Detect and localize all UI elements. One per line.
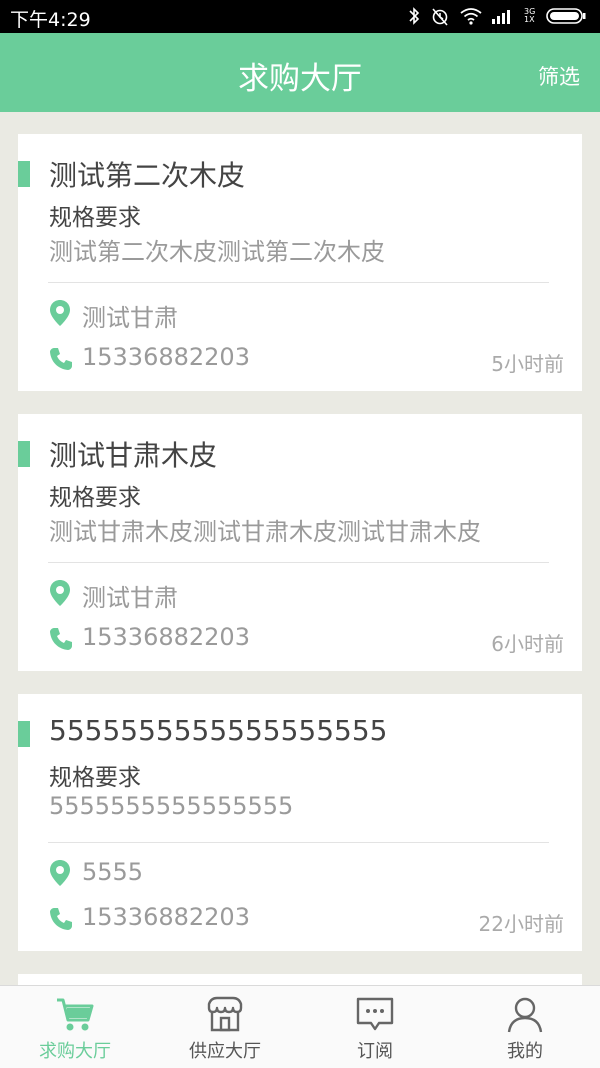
message-icon (356, 997, 394, 1031)
spec-text: 测试第二次木皮测试第二次木皮 (49, 238, 385, 266)
tab-label: 供应大厅 (189, 1041, 261, 1062)
tab-subscription[interactable]: 订阅 (300, 986, 450, 1068)
tab-supply-hall[interactable]: 供应大厅 (150, 986, 300, 1068)
listing-title: 测试甘肃木皮 (49, 439, 218, 472)
phone-icon (50, 628, 72, 650)
title-accent-bar (18, 161, 30, 187)
post-time: 22小时前 (478, 912, 564, 936)
listing-title: 测试第二次木皮 (49, 159, 246, 192)
person-icon (507, 997, 543, 1033)
cart-icon (57, 998, 94, 1031)
spec-label: 规格要求 (49, 765, 141, 791)
network-type-label: 3G 1X (524, 7, 536, 24)
listing-card[interactable]: 测试甘肃木皮 规格要求 测试甘肃木皮测试甘肃木皮测试甘肃木皮 测试甘肃 1533… (18, 414, 582, 671)
bottom-tab-bar: 求购大厅 供应大厅 订阅 我的 (0, 985, 600, 1068)
card-divider (48, 562, 549, 563)
location-pin-icon (50, 580, 70, 606)
spec-text: 测试甘肃木皮测试甘肃木皮测试甘肃木皮 (49, 518, 481, 546)
post-time: 5小时前 (491, 352, 564, 376)
wifi-icon (460, 8, 482, 25)
title-accent-bar (18, 441, 30, 467)
app-header: 求购大厅 筛选 (0, 33, 600, 112)
spec-text: 5555555555555555 (49, 792, 294, 820)
tab-purchase-hall[interactable]: 求购大厅 (0, 986, 150, 1068)
store-icon (207, 996, 243, 1032)
listing-card[interactable]: 测试第二次木皮 规格要求 测试第二次木皮测试第二次木皮 测试甘肃 1533688… (18, 134, 582, 391)
phone-number[interactable]: 15336882203 (82, 343, 250, 371)
location-text: 测试甘肃 (82, 584, 178, 612)
title-accent-bar (18, 721, 30, 747)
spec-label: 规格要求 (49, 485, 141, 511)
listing-title: 5555555555555555555 (49, 714, 388, 747)
signal-icon (492, 10, 510, 24)
listing-card[interactable]: 5555555555555555555 规格要求 555555555555555… (18, 694, 582, 951)
listing-list: 测试第二次木皮 规格要求 测试第二次木皮测试第二次木皮 测试甘肃 1533688… (18, 134, 582, 994)
location-pin-icon (50, 300, 70, 326)
alarm-off-icon (432, 8, 448, 26)
location-text: 5555 (82, 858, 144, 886)
status-bar: 下午4:29 3G 1X (0, 0, 600, 33)
battery-icon (546, 8, 586, 24)
phone-icon (50, 348, 72, 370)
tab-label: 订阅 (357, 1041, 393, 1062)
phone-number[interactable]: 15336882203 (82, 903, 250, 931)
page-title: 求购大厅 (238, 61, 362, 97)
status-time: 下午4:29 (10, 9, 91, 31)
phone-number[interactable]: 15336882203 (82, 623, 250, 651)
location-text: 测试甘肃 (82, 304, 178, 332)
filter-button[interactable]: 筛选 (538, 61, 580, 91)
status-icons: 3G 1X (408, 6, 586, 26)
post-time: 6小时前 (491, 632, 564, 656)
spec-label: 规格要求 (49, 205, 141, 231)
tab-label: 我的 (507, 1041, 543, 1062)
location-pin-icon (50, 860, 70, 886)
bluetooth-icon (409, 7, 420, 25)
tab-profile[interactable]: 我的 (450, 986, 600, 1068)
card-divider (48, 842, 549, 843)
phone-icon (50, 908, 72, 930)
tab-label: 求购大厅 (39, 1041, 111, 1062)
card-divider (48, 282, 549, 283)
